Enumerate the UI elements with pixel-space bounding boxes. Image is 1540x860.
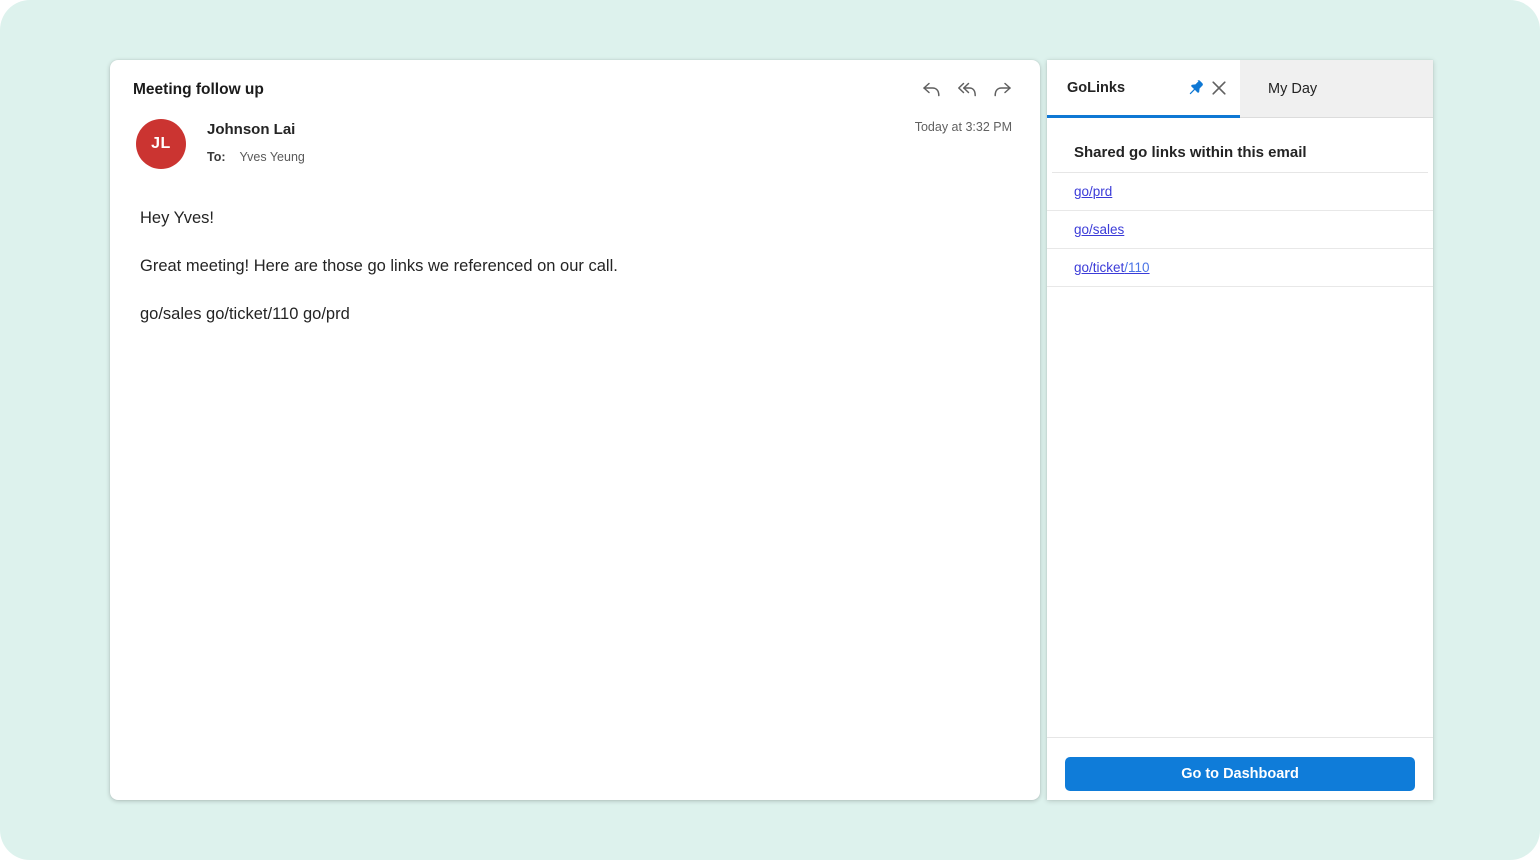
sender-avatar: JL [136, 119, 186, 169]
email-timestamp: Today at 3:32 PM [915, 120, 1012, 134]
email-paragraph: Hey Yves! [140, 208, 1000, 228]
golink-list: go/prd go/sales go/ticket/110 [1047, 173, 1433, 287]
addin-tabbar: GoLinks My Day [1047, 60, 1433, 118]
recipient-row: To: Yves Yeung [207, 150, 305, 164]
list-item: go/sales [1047, 211, 1433, 249]
tab-golinks-label: GoLinks [1067, 80, 1180, 96]
tab-my-day[interactable]: My Day [1240, 60, 1433, 118]
email-paragraph: Great meeting! Here are those go links w… [140, 256, 1000, 276]
divider [1047, 737, 1433, 738]
sender-name: Johnson Lai [207, 121, 295, 138]
close-icon[interactable] [1210, 79, 1228, 97]
app-background: Meeting follow up [0, 0, 1540, 860]
email-subject: Meeting follow up [133, 81, 264, 99]
to-label: To: [207, 150, 226, 164]
tab-my-day-label: My Day [1268, 81, 1317, 97]
golink-go-prd[interactable]: go/prd [1074, 184, 1112, 199]
email-paragraph: go/sales go/ticket/110 go/prd [140, 304, 1000, 324]
go-to-dashboard-button[interactable]: Go to Dashboard [1065, 757, 1415, 791]
tab-golinks[interactable]: GoLinks [1047, 60, 1240, 118]
reply-icon[interactable] [920, 80, 942, 98]
recipient-name: Yves Yeung [240, 150, 305, 164]
golink-go-ticket-110[interactable]: go/ticket/110 [1074, 260, 1150, 275]
list-item: go/prd [1047, 173, 1433, 211]
reply-all-icon[interactable] [956, 80, 978, 98]
panel-heading: Shared go links within this email [1074, 144, 1307, 161]
email-body: Hey Yves! Great meeting! Here are those … [140, 208, 1000, 352]
golinks-addin-panel: GoLinks My Day Shared go links within th… [1047, 60, 1433, 800]
email-reading-pane: Meeting follow up [110, 60, 1040, 800]
pin-icon[interactable] [1186, 79, 1204, 97]
list-item: go/ticket/110 [1047, 249, 1433, 287]
forward-icon[interactable] [992, 80, 1014, 98]
golink-go-sales[interactable]: go/sales [1074, 222, 1124, 237]
message-actions-toolbar [920, 80, 1014, 98]
